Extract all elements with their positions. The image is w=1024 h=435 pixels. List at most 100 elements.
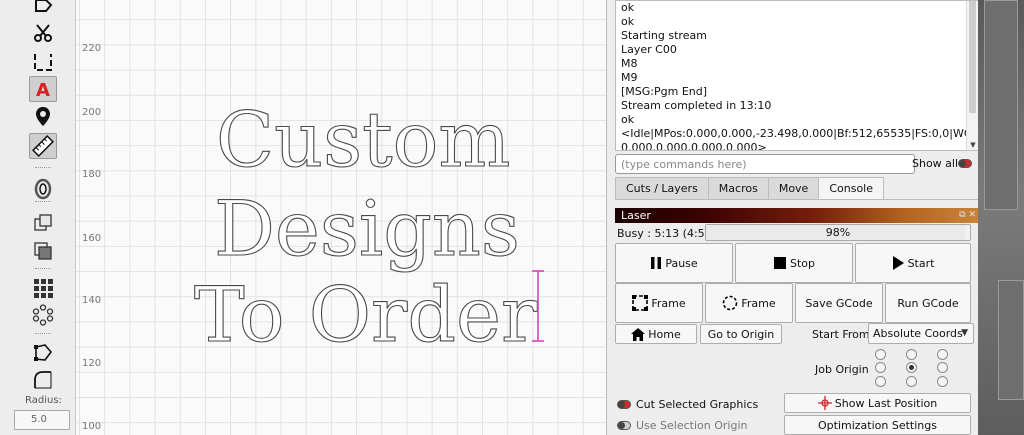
design-artwork[interactable]: Custom Designs To Order (76, 0, 606, 435)
console-line: ok (621, 1, 635, 14)
radius-input[interactable]: 5.0 (14, 410, 70, 430)
pause-icon (650, 256, 662, 270)
busy-status: Busy : 5:13 (4:54) (617, 227, 716, 240)
stop-button[interactable]: Stop (735, 243, 853, 283)
frame-rect-button[interactable]: Frame (615, 283, 703, 323)
job-origin-radio[interactable] (937, 376, 948, 387)
start-button[interactable]: Start (855, 243, 971, 283)
console-line: <Idle|MPos:0.000,0.000,-23.498,0.000|Bf:… (621, 127, 979, 140)
circular-array-icon[interactable] (29, 302, 57, 328)
console-line: ok (621, 113, 635, 126)
grid-array-icon[interactable] (29, 275, 57, 301)
shape-tool-icon[interactable] (29, 0, 57, 14)
play-icon (892, 256, 905, 270)
progress-text: 98% (825, 226, 851, 239)
design-text-line[interactable]: Custom (215, 94, 511, 184)
tab-move[interactable]: Move (767, 177, 820, 199)
design-text-line[interactable]: Designs (213, 183, 520, 273)
console-line: 0.000,0.000,0.000,0.000> (621, 141, 767, 151)
job-origin-radio[interactable] (906, 362, 917, 373)
console-line: ok (621, 15, 635, 28)
laser-title: Laser (621, 209, 651, 222)
tabs-divider (615, 199, 979, 200)
start-from-select[interactable]: Absolute Coords ▼ (868, 323, 974, 344)
console-output: ok ok Starting stream Layer C00 M8 M9 [M… (615, 0, 979, 151)
console-line: [MSG:Pgm End] (621, 85, 708, 98)
stop-icon (773, 256, 787, 270)
start-from-value: Absolute Coords (873, 327, 963, 340)
start-label: Start (907, 256, 935, 270)
command-input[interactable] (615, 154, 915, 174)
design-text-line[interactable]: To Order (193, 269, 538, 359)
design-canvas[interactable]: 220 200 180 160 140 120 100 Custom Desig… (76, 0, 606, 435)
toolbar-divider (35, 333, 51, 334)
toolbar-divider (35, 268, 51, 269)
boolean-subtract-icon[interactable] (29, 238, 57, 264)
chevron-down-icon: ▼ (961, 328, 968, 338)
job-origin-label: Job Origin (815, 363, 869, 376)
go-to-origin-button[interactable]: Go to Origin (700, 324, 782, 344)
frame-rectangle-icon (632, 295, 649, 311)
cut-selected-toggle[interactable] (617, 400, 631, 409)
cut-selected-label: Cut Selected Graphics (636, 398, 759, 411)
window-controls-icon[interactable]: ⧉ ✕ (959, 208, 976, 223)
stop-label: Stop (789, 256, 815, 270)
job-origin-radio[interactable] (875, 376, 886, 387)
frame-circle-label: Frame (741, 296, 776, 310)
rectangle-select-icon[interactable] (29, 49, 57, 75)
frame-circle-button[interactable]: Frame (705, 283, 793, 323)
laser-panel: ok ok Starting stream Layer C00 M8 M9 [M… (606, 0, 979, 435)
text-tool-icon[interactable]: A (29, 76, 57, 102)
tab-macros[interactable]: Macros (707, 177, 769, 199)
scissors-icon[interactable] (29, 20, 57, 46)
job-origin-radio[interactable] (906, 376, 917, 387)
home-icon (631, 327, 646, 341)
show-all-toggle[interactable] (958, 159, 972, 168)
home-button[interactable]: Home (615, 324, 697, 344)
tool-palette: A Radius: 5.0 (0, 0, 76, 435)
console-line: Layer C00 (621, 43, 677, 56)
console-scrollbar[interactable]: ▼ (966, 1, 978, 150)
run-gcode-button[interactable]: Run GCode (885, 283, 971, 323)
optimization-settings-button[interactable]: Optimization Settings (784, 415, 971, 435)
corner-fillet-icon[interactable] (29, 367, 57, 393)
pause-button[interactable]: Pause (615, 243, 733, 283)
node-edit-icon[interactable] (29, 340, 57, 366)
show-last-position-label: Show Last Position (834, 396, 938, 410)
panel-tabs: Cuts / Layers Macros Move Console (615, 177, 884, 200)
frame-circle-icon (722, 295, 738, 311)
save-gcode-button[interactable]: Save GCode (795, 283, 883, 323)
job-origin-radio[interactable] (875, 349, 886, 360)
radius-label: Radius: (25, 395, 62, 406)
job-origin-radio[interactable] (875, 362, 886, 373)
console-line: Stream completed in 13:10 (621, 99, 772, 112)
job-origin-radio[interactable] (937, 349, 948, 360)
frame-rect-label: Frame (651, 296, 686, 310)
use-selection-origin-label: Use Selection Origin (636, 419, 748, 432)
console-line: M8 (621, 57, 638, 70)
position-pin-icon[interactable] (29, 104, 57, 130)
start-from-label: Start From: (812, 328, 874, 341)
console-line: Starting stream (621, 29, 707, 42)
offset-icon[interactable] (29, 176, 57, 202)
boolean-union-icon[interactable] (29, 210, 57, 236)
svg-text:A: A (36, 80, 50, 100)
toolbar-divider (35, 167, 51, 168)
console-lines: ok ok Starting stream Layer C00 M8 M9 [M… (616, 1, 979, 151)
tab-console[interactable]: Console (818, 177, 884, 200)
scrollbar-thumb[interactable] (969, 1, 976, 113)
console-line: M9 (621, 71, 638, 84)
job-origin-radio[interactable] (906, 349, 917, 360)
pause-label: Pause (665, 256, 698, 270)
desktop-background (978, 0, 1024, 435)
background-panel (998, 280, 1024, 400)
measure-ruler-icon[interactable] (29, 133, 57, 159)
laser-window-titlebar: Laser ⧉ ✕ (615, 208, 979, 223)
use-selection-origin-toggle[interactable] (617, 421, 631, 430)
tab-cuts-layers[interactable]: Cuts / Layers (615, 177, 709, 199)
show-last-position-button[interactable]: Show Last Position (784, 393, 971, 413)
crosshair-icon (817, 396, 832, 410)
job-origin-radio[interactable] (937, 362, 948, 373)
background-panel (984, 0, 1018, 210)
show-all-label: Show all (912, 157, 959, 170)
